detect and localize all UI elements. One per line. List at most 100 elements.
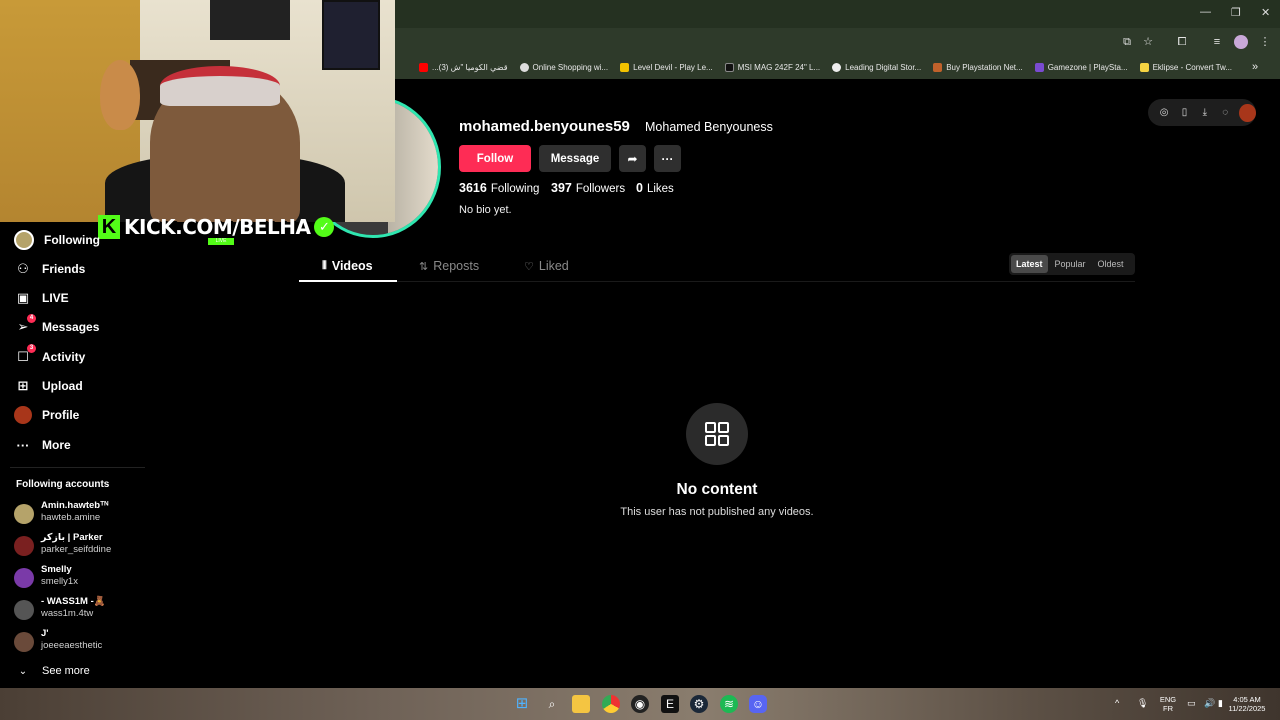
following-account[interactable]: J' joeeeaesthetic bbox=[14, 628, 144, 656]
following-stat-label: Following bbox=[490, 183, 540, 195]
sidebar-item-messages[interactable]: ➢ 4 Messages bbox=[14, 314, 99, 336]
tab-reposts[interactable]: ⇅ Reposts bbox=[419, 259, 479, 273]
sidebar-item-following[interactable]: Following bbox=[14, 230, 100, 250]
likes-count: 0 bbox=[636, 181, 643, 195]
account-name: بازكر | Parker bbox=[41, 532, 103, 543]
bookmark-favicon bbox=[620, 62, 630, 72]
bookmark-label: MSI MAG 242F 24" L... bbox=[737, 62, 821, 72]
sidebar-item-profile[interactable]: Profile bbox=[14, 406, 79, 424]
volume-icon[interactable]: 🔊 bbox=[1204, 699, 1215, 708]
likes-stat-label: Likes bbox=[646, 183, 674, 195]
clock-time: 4:05 AM bbox=[1233, 695, 1261, 704]
media-control-icon[interactable]: ≡ bbox=[1210, 35, 1224, 49]
windows-start-icon[interactable]: ⊞ bbox=[513, 695, 531, 713]
activity-badge: 3 bbox=[27, 344, 36, 353]
following-account[interactable]: - WASS1M -🧸 wass1m.4tw bbox=[14, 596, 144, 624]
following-account[interactable]: بازكر | Parker parker_seifddine bbox=[14, 532, 144, 560]
account-handle: hawteb.amine bbox=[41, 512, 101, 523]
chrome-icon[interactable] bbox=[602, 695, 620, 713]
account-handle: joeeeaesthetic bbox=[41, 640, 103, 651]
restore-icon[interactable]: ❐ bbox=[1231, 6, 1241, 19]
sort-segmented-control: Latest Popular Oldest bbox=[1009, 253, 1135, 275]
bookmark-item-0[interactable]: ...قضي الكوميا "ش (3) bbox=[395, 57, 514, 77]
sort-latest[interactable]: Latest bbox=[1011, 255, 1048, 273]
account-name: Amin.hawtebᵀᴺ bbox=[41, 500, 109, 511]
likes-stat: 0 Likes bbox=[636, 181, 674, 195]
see-more-label: See more bbox=[42, 665, 90, 677]
epic-games-icon[interactable]: E bbox=[661, 695, 679, 713]
tab-liked[interactable]: ♡ Liked bbox=[524, 259, 569, 273]
friends-icon: ⚇ bbox=[17, 261, 29, 276]
bookmark-item-6[interactable]: Gamezone | PlaySta... bbox=[1029, 57, 1134, 77]
user-avatar[interactable] bbox=[1239, 103, 1257, 122]
sidebar-item-live[interactable]: ▣ LIVE bbox=[14, 289, 69, 307]
more-bookmarks-icon[interactable]: » bbox=[1252, 61, 1258, 73]
bookmark-item-7[interactable]: Eklipse - Convert Tw... bbox=[1134, 57, 1238, 77]
bookmark-item-1[interactable]: Online Shopping wi... bbox=[514, 57, 615, 77]
minimize-icon[interactable]: — bbox=[1200, 6, 1211, 18]
network-icon[interactable]: ▭ bbox=[1187, 699, 1196, 708]
following-count: 3616 bbox=[459, 181, 487, 195]
obs-icon[interactable]: ◉ bbox=[631, 695, 649, 713]
webcam-poster bbox=[322, 0, 380, 70]
compass-icon[interactable]: ◎ bbox=[1154, 107, 1174, 118]
account-handle: wass1m.4tw bbox=[41, 608, 94, 619]
clock[interactable]: 4:05 AM 11/22/2025 bbox=[1222, 695, 1272, 713]
discord-icon[interactable]: ☺ bbox=[749, 695, 767, 713]
search-icon[interactable]: ⌕ bbox=[543, 695, 561, 713]
download-icon[interactable]: ⤓ bbox=[1195, 107, 1215, 118]
tab-videos[interactable]: ⦀ Videos bbox=[322, 259, 373, 273]
followers-stat[interactable]: 397 Followers bbox=[551, 181, 625, 195]
browser-profile-avatar[interactable] bbox=[1234, 35, 1248, 49]
follow-button[interactable]: Follow bbox=[459, 145, 531, 172]
close-icon[interactable]: ✕ bbox=[1261, 6, 1270, 19]
more-options-button[interactable]: ··· bbox=[654, 145, 681, 172]
account-handle: parker_seifddine bbox=[41, 544, 112, 555]
bookmark-item-3[interactable]: MSI MAG 242F 24" L... bbox=[719, 57, 826, 77]
steam-icon[interactable]: ⚙ bbox=[690, 695, 708, 713]
tab-divider bbox=[299, 281, 1135, 282]
sidebar-divider bbox=[10, 467, 145, 468]
microphone-icon[interactable]: 🎙 bbox=[1137, 699, 1148, 708]
message-button[interactable]: Message bbox=[539, 145, 611, 172]
account-name: Smelly bbox=[41, 564, 72, 575]
coin-icon[interactable]: ◌ bbox=[1215, 107, 1235, 118]
bookmark-favicon bbox=[724, 62, 734, 72]
bookmark-item-2[interactable]: Level Devil - Play Le... bbox=[614, 57, 719, 77]
account-avatar bbox=[14, 504, 34, 524]
followers-stat-label: Followers bbox=[575, 183, 626, 195]
avatar-photo bbox=[388, 99, 438, 235]
sidebar-item-friends[interactable]: ⚇ Friends bbox=[14, 260, 85, 278]
empty-state-title: No content bbox=[676, 481, 758, 498]
see-more-button[interactable]: ⌄ See more bbox=[14, 662, 90, 680]
sort-popular[interactable]: Popular bbox=[1050, 255, 1091, 273]
extensions-icon[interactable]: ⧠ bbox=[1175, 35, 1189, 49]
bookmark-label: Online Shopping wi... bbox=[532, 62, 609, 72]
profile-display-name: Mohamed Benyouness bbox=[645, 120, 773, 134]
bookmark-item-5[interactable]: Buy Playstation Net... bbox=[927, 57, 1028, 77]
tab-label: Liked bbox=[538, 259, 569, 273]
live-icon: ▣ bbox=[16, 290, 30, 305]
sidebar-item-activity[interactable]: ☐ 3 Activity bbox=[14, 344, 85, 366]
sidebar-item-label: Upload bbox=[42, 379, 83, 393]
install-app-icon[interactable]: ⧉ bbox=[1120, 35, 1134, 49]
following-account[interactable]: Smelly smelly1x bbox=[14, 564, 144, 592]
following-account[interactable]: Amin.hawtebᵀᴺ hawteb.amine bbox=[14, 500, 144, 528]
spotify-icon[interactable]: ≋ bbox=[720, 695, 738, 713]
bookmark-item-4[interactable]: Leading Digital Stor... bbox=[826, 57, 927, 77]
language-indicator[interactable]: ENG FR bbox=[1156, 695, 1180, 713]
file-explorer-icon[interactable] bbox=[572, 695, 590, 713]
bookmark-star-icon[interactable]: ☆ bbox=[1141, 35, 1155, 49]
browser-menu-icon[interactable]: ⋮ bbox=[1258, 35, 1272, 49]
account-name: - WASS1M -🧸 bbox=[41, 596, 106, 607]
sidebar-item-more[interactable]: ··· More bbox=[14, 436, 71, 454]
phone-icon[interactable]: ▯ bbox=[1174, 107, 1194, 118]
sort-oldest[interactable]: Oldest bbox=[1093, 255, 1129, 273]
lang-bottom: FR bbox=[1163, 704, 1173, 713]
active-tab-indicator bbox=[299, 280, 397, 282]
following-stat[interactable]: 3616 Following bbox=[459, 181, 539, 195]
tray-chevron-up-icon[interactable]: ^ bbox=[1115, 699, 1119, 708]
sidebar-item-upload[interactable]: ⊞ Upload bbox=[14, 377, 83, 395]
share-button[interactable]: ➦ bbox=[619, 145, 646, 172]
more-dots-icon: ··· bbox=[16, 437, 30, 453]
